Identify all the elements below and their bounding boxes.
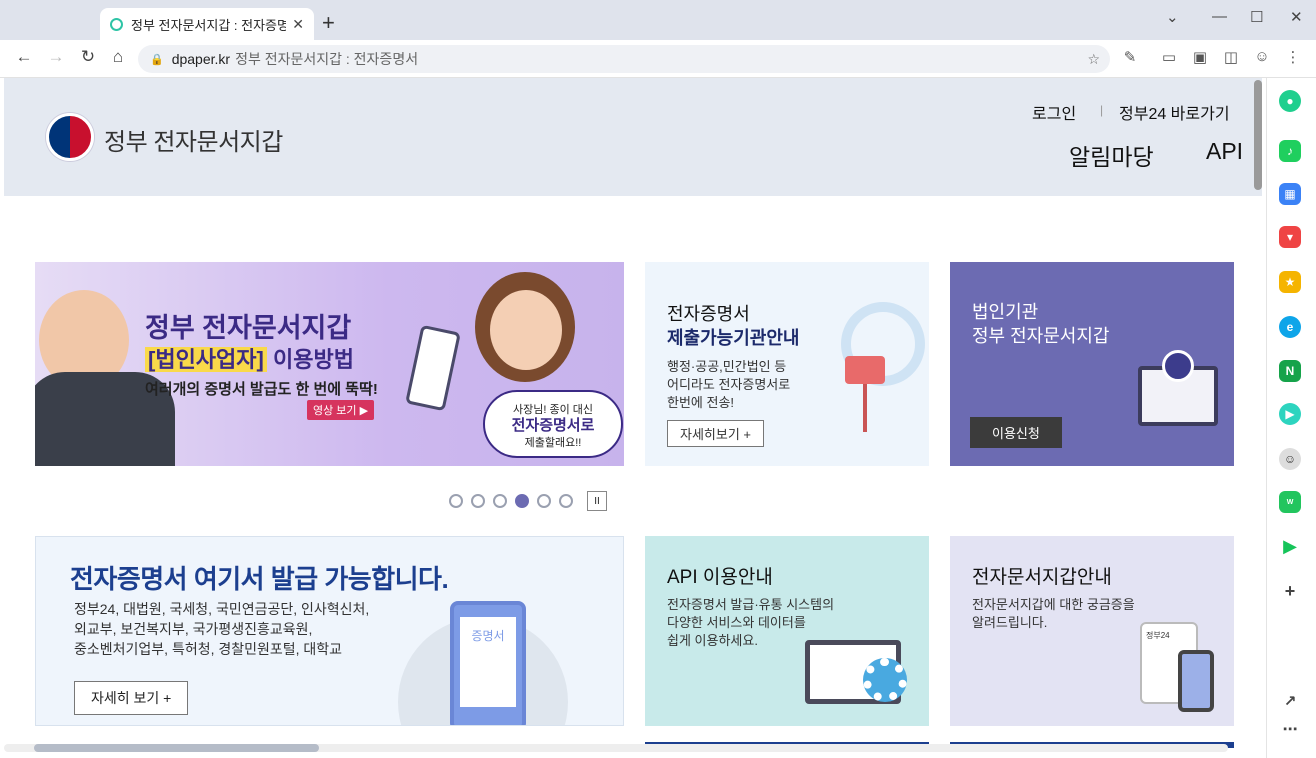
card3-description: 전자문서지갑에 대한 궁금증을 알려드립니다.	[972, 597, 1135, 630]
slide-dot-2[interactable]	[471, 494, 485, 508]
slide-dot-4[interactable]	[515, 494, 529, 508]
split-view-icon[interactable]: ◫	[1220, 48, 1242, 66]
vertical-scrollbar[interactable]	[1254, 80, 1262, 190]
tab-search-icon[interactable]: ⌄	[1166, 8, 1179, 26]
sidebar-character-icon[interactable]: ☺	[1279, 448, 1301, 470]
nav-api[interactable]: API	[1206, 138, 1243, 165]
gov24-label: 정부24	[1146, 631, 1170, 640]
card2-title: API 이용안내	[667, 567, 773, 588]
smartphone-icon	[1178, 650, 1214, 712]
close-window-button[interactable]: ✕	[1290, 8, 1303, 26]
sidebar-play-circle-icon[interactable]: ▶	[1279, 403, 1301, 425]
card-issuable-institutions: 전자증명서 여기서 발급 가능합니다. 정부24, 대법원, 국세청, 국민연금…	[35, 536, 624, 726]
tab-favicon-icon	[110, 17, 123, 31]
card1-title: 전자증명서 여기서 발급 가능합니다.	[70, 564, 449, 594]
minimize-button[interactable]: —	[1212, 8, 1227, 25]
slide-dot-3[interactable]	[493, 494, 507, 508]
speech-bubble: 사장님! 종이 대신 전자증명서로 제출할래요!!	[483, 390, 623, 458]
browser-titlebar: 정부 전자문서지갑 : 전자증명 ✕ + ⌄ — ☐ ✕	[0, 0, 1316, 40]
sidebar-pocket-icon[interactable]: ▾	[1279, 226, 1301, 248]
profile-icon[interactable]: ☺	[1251, 48, 1273, 65]
site-header: 정부 전자문서지갑 로그인 | 정부24 바로가기 알림마당 API	[4, 78, 1262, 196]
banner3-title: 법인기관 정부 전자문서지갑	[972, 302, 1110, 346]
card-api-guide[interactable]: API 이용안내 전자증명서 발급·유통 시스템의 다양한 서비스와 데이터를 …	[645, 536, 929, 726]
tab-title: 정부 전자문서지갑 : 전자증명	[131, 17, 287, 33]
slide-dot-5[interactable]	[537, 494, 551, 508]
site-name[interactable]: 정부 전자문서지갑	[104, 122, 283, 157]
url-domain: dpaper.kr	[171, 51, 231, 67]
sidebar-notification-icon[interactable]: ♪	[1279, 140, 1301, 162]
lock-icon: 🔒	[150, 53, 164, 66]
active-tab[interactable]: 정부 전자문서지갑 : 전자증명 ✕	[100, 8, 314, 40]
home-icon[interactable]: ⌂	[106, 47, 130, 67]
banner2-description: 행정·공공,민간법인 등 어디라도 전자증명서로 한번에 전송!	[667, 359, 791, 410]
back-icon[interactable]: ←	[12, 47, 36, 67]
gov24-link[interactable]: 정부24 바로가기	[1119, 100, 1230, 124]
view-details-button[interactable]: 자세히보기 +	[667, 420, 765, 447]
banner-title: 정부 전자문서지갑	[145, 313, 352, 343]
user-avatar-icon	[1162, 350, 1194, 382]
new-tab-button[interactable]: +	[322, 10, 335, 36]
gear-icon	[863, 658, 907, 702]
watch-video-button[interactable]: 영상 보기 ▶	[307, 400, 375, 420]
mailbox-post	[863, 384, 867, 432]
card3-title: 전자문서지갑안내	[972, 567, 1112, 588]
sidebar-calendar-icon[interactable]: ▦	[1279, 183, 1301, 205]
slide-dot-6[interactable]	[559, 494, 573, 508]
slide-dot-1[interactable]	[449, 494, 463, 508]
sidebar-webtoon-icon[interactable]: W	[1279, 491, 1301, 513]
page-content: 정부 전자문서지갑 로그인 | 정부24 바로가기 알림마당 API 정부 전자…	[4, 78, 1262, 758]
phone-icon	[405, 324, 461, 412]
forward-icon[interactable]: →	[44, 47, 68, 67]
government-logo-icon[interactable]	[46, 113, 94, 161]
video-icon[interactable]: ▭	[1158, 48, 1180, 66]
banner-description: 여러개의 증명서 발급도 한 번에 뚝딱!	[145, 381, 378, 398]
banner-how-to-use[interactable]: 정부 전자문서지갑 [법인사업자] 이용방법 여러개의 증명서 발급도 한 번에…	[35, 262, 624, 466]
login-link[interactable]: 로그인	[1032, 100, 1076, 124]
banner-submit-institutions[interactable]: 전자증명서 제출가능기관안내 행정·공공,민간법인 등 어디라도 전자증명서로 …	[645, 262, 929, 466]
certificate-label: 증명서	[460, 617, 516, 707]
mailbox-icon	[845, 356, 885, 384]
sidebar-external-link-icon[interactable]: ↗	[1279, 690, 1301, 712]
banner-corporate-wallet[interactable]: 법인기관 정부 전자문서지갑 이용신청	[950, 262, 1234, 466]
card1-details-button[interactable]: 자세히 보기 +	[74, 681, 189, 715]
apply-button[interactable]: 이용신청	[970, 417, 1062, 448]
woman-illustration	[490, 290, 562, 370]
banner2-title: 전자증명서 제출가능기관안내	[667, 304, 800, 348]
card-wallet-guide[interactable]: 전자문서지갑안내 전자문서지갑에 대한 궁금증을 알려드립니다. 정부24	[950, 536, 1234, 726]
divider: |	[1100, 103, 1104, 117]
reload-icon[interactable]: ↻	[76, 47, 100, 67]
pause-button[interactable]: II	[587, 491, 607, 511]
sidebar-add-icon[interactable]: +	[1279, 580, 1301, 602]
banner-subtitle: [법인사업자] 이용방법	[145, 342, 354, 374]
screenshot-icon[interactable]: ▣	[1189, 48, 1211, 66]
sidebar-edge-icon[interactable]: e	[1279, 316, 1301, 338]
tab-close-icon[interactable]: ✕	[292, 16, 304, 33]
maximize-button[interactable]: ☐	[1250, 8, 1263, 26]
bookmark-star-icon[interactable]: ☆	[1087, 51, 1100, 68]
sidebar-app-1-icon[interactable]: ●	[1279, 90, 1301, 112]
horizontal-scroll-thumb[interactable]	[34, 744, 319, 752]
sidebar-play-icon[interactable]: ▶	[1279, 535, 1301, 557]
slider-pagination: II	[449, 491, 607, 511]
certificate-phone-icon: 증명서	[450, 601, 526, 725]
sidebar-notes-icon[interactable]: N	[1279, 360, 1301, 382]
sidebar-star-icon[interactable]: ★	[1279, 271, 1301, 293]
browser-sidebar: ● ♪ ▦ ▾ ★ e N ▶ ☺ W ▶ + ↗ ⋯	[1266, 78, 1316, 758]
url-page-title: 정부 전자문서지갑 : 전자증명서	[235, 51, 419, 67]
address-bar[interactable]: 🔒 dpaper.kr 정부 전자문서지갑 : 전자증명서 ☆	[138, 45, 1110, 73]
menu-icon[interactable]: ⋮	[1282, 48, 1304, 66]
browser-toolbar: ← → ↻ ⌂ 🔒 dpaper.kr 정부 전자문서지갑 : 전자증명서 ☆ …	[0, 40, 1316, 78]
card1-description: 정부24, 대법원, 국세청, 국민연금공단, 인사혁신처, 외교부, 보건복지…	[74, 601, 370, 657]
nav-notice[interactable]: 알림마당	[1069, 138, 1154, 172]
horizontal-scrollbar[interactable]	[4, 744, 1228, 752]
extensions-icon[interactable]: ✎	[1119, 48, 1141, 66]
sidebar-more-icon[interactable]: ⋯	[1279, 718, 1301, 740]
